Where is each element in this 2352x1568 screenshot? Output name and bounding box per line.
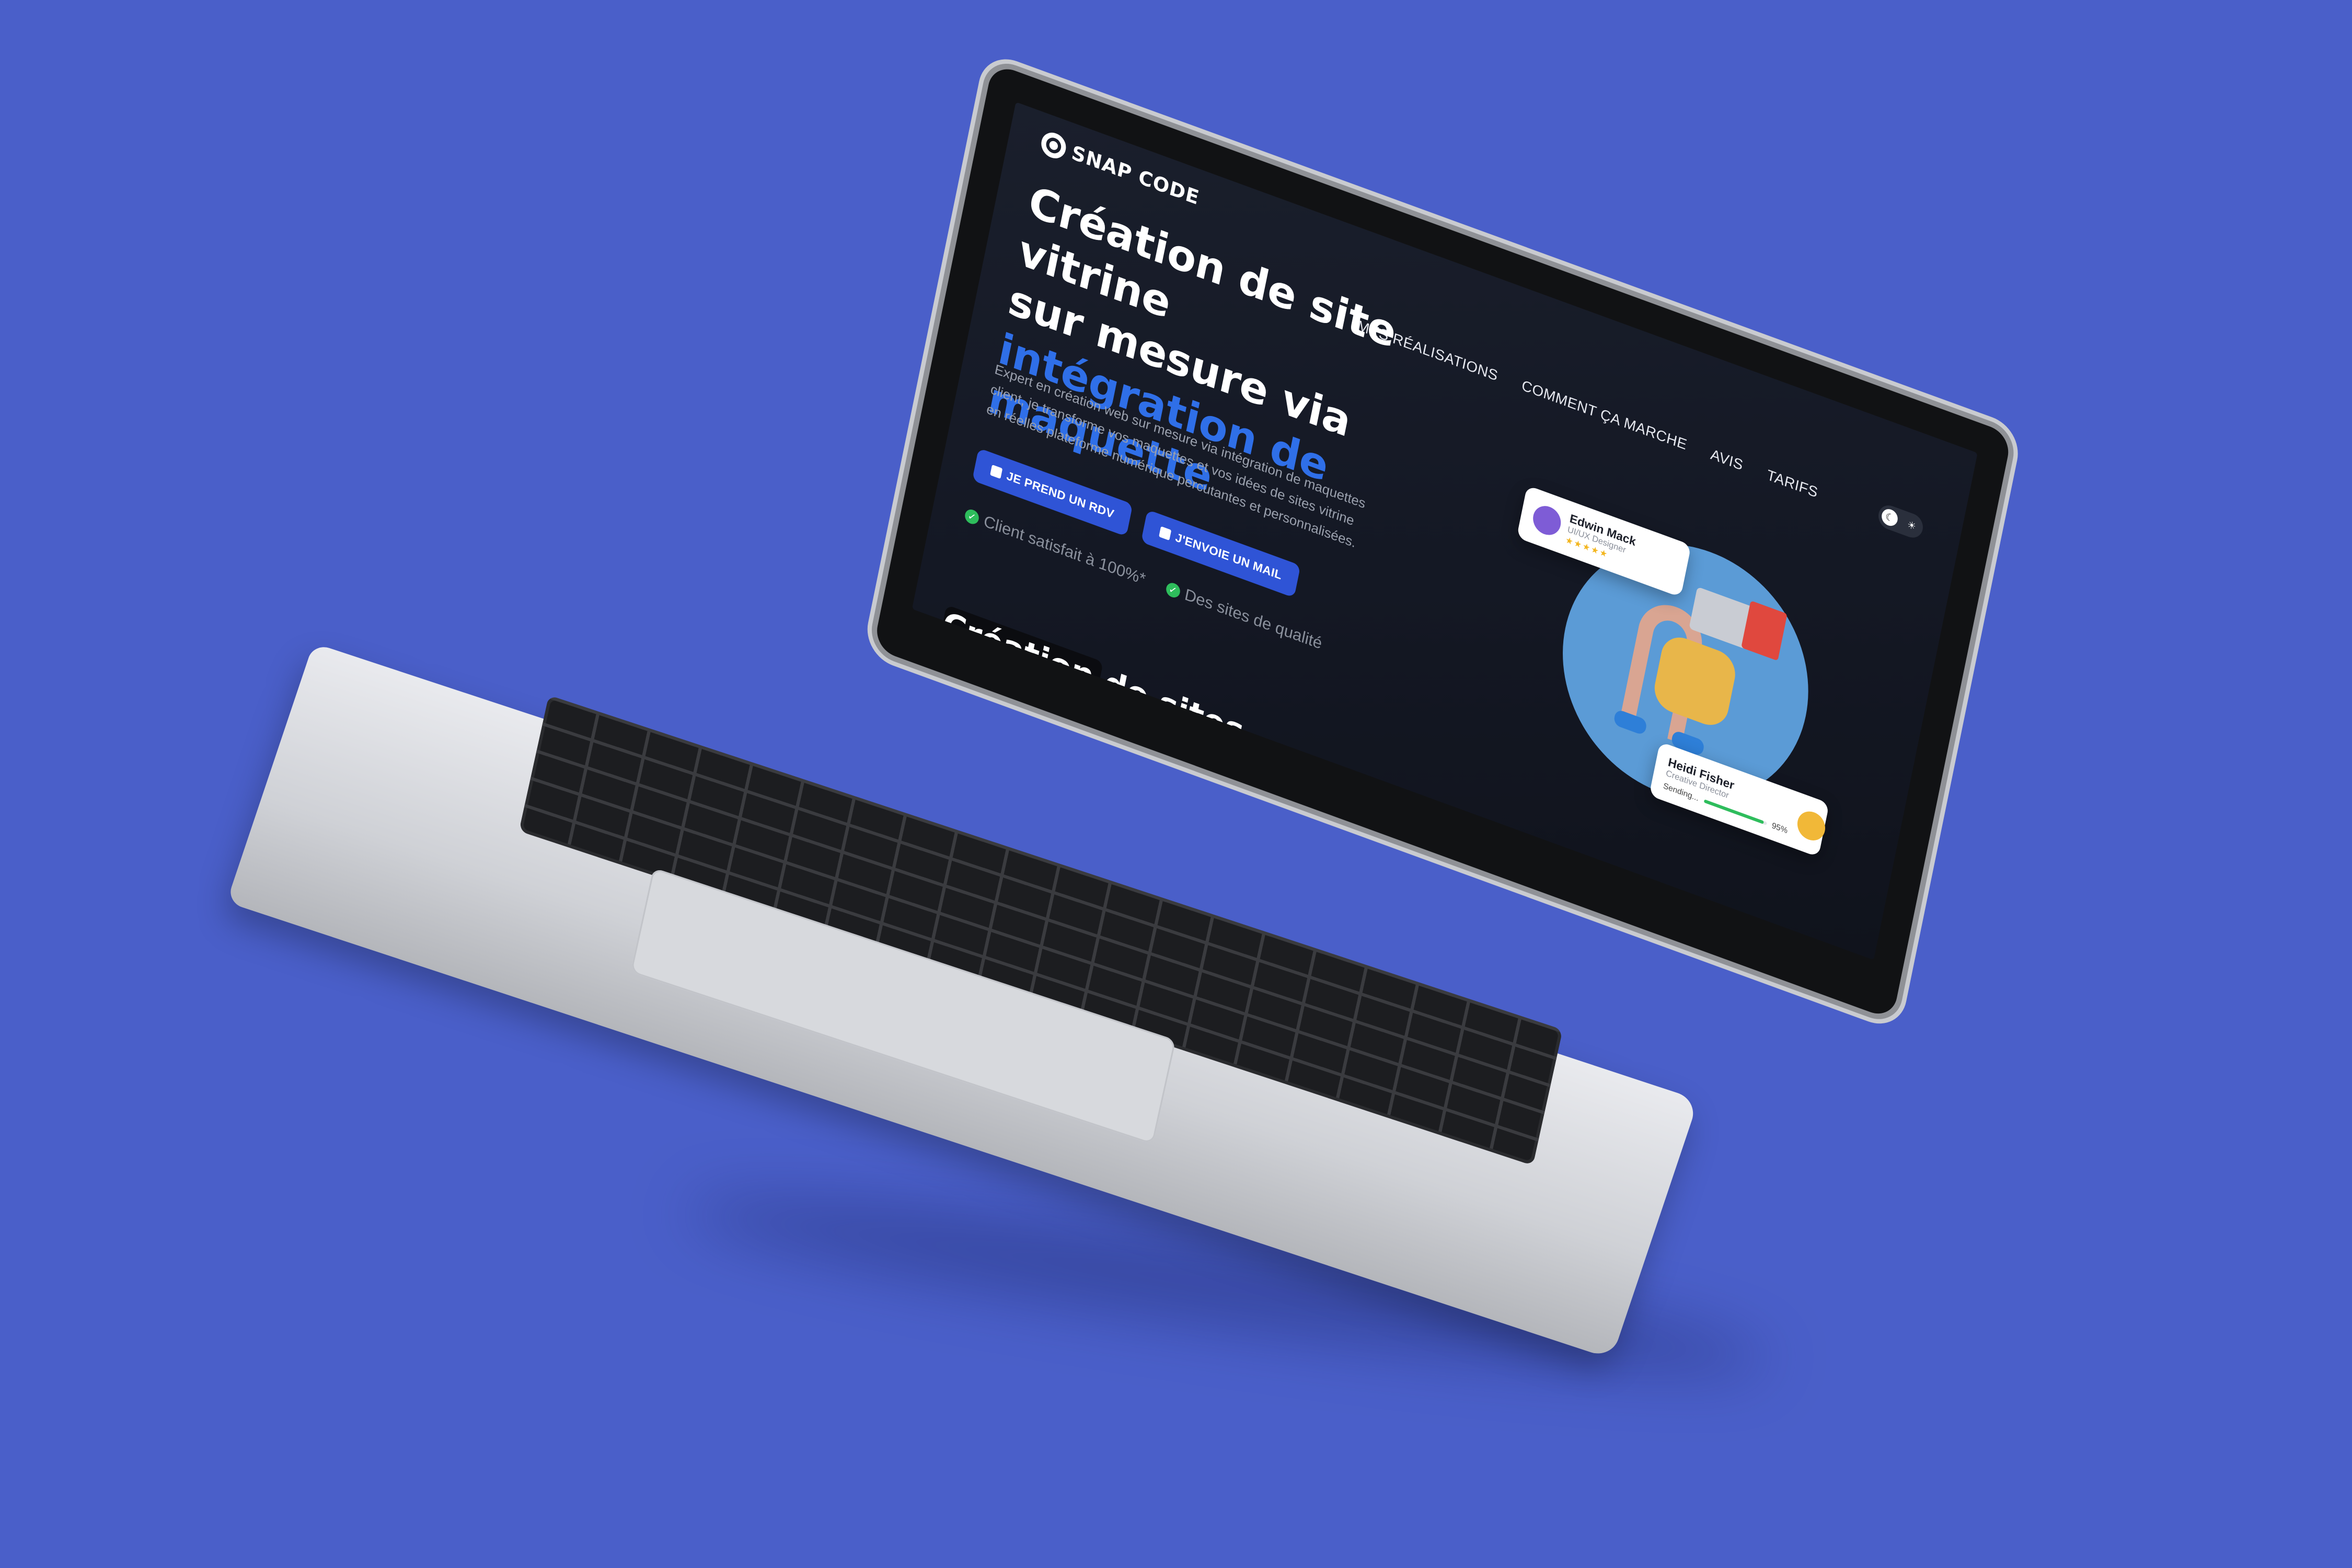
project-card[interactable] [1248, 780, 1461, 960]
laptop-mockup: SNAP CODE MES RÉALISATIONS COMMENT ÇA MA… [0, 0, 2352, 1568]
avatar [1530, 502, 1564, 539]
project-card[interactable] [1448, 898, 1662, 960]
rdv-button-label: JE PREND UN RDV [1005, 468, 1115, 521]
mail-button-label: J'ENVOIE UN MAIL [1174, 530, 1283, 582]
moon-icon: ☾ [1880, 506, 1899, 528]
website-screen: SNAP CODE MES RÉALISATIONS COMMENT ÇA MA… [912, 102, 1978, 960]
check-item: ✓ Des sites de qualité [1165, 579, 1324, 653]
check-icon: ✓ [1165, 581, 1181, 599]
avatar [1794, 807, 1828, 845]
nav-item-comment[interactable]: COMMENT ÇA MARCHE [1520, 377, 1689, 454]
logo-icon [1039, 129, 1068, 162]
progress-value: 95% [1771, 821, 1789, 836]
check-icon: ✓ [963, 507, 981, 526]
nav-item-tarifs[interactable]: TARIFS [1766, 467, 1819, 501]
calendar-icon [990, 464, 1003, 479]
check-label: Des sites de qualité [1183, 585, 1324, 653]
nav-item-avis[interactable]: AVIS [1709, 446, 1745, 474]
theme-toggle[interactable]: ☾ ☀ [1876, 502, 1925, 541]
sun-icon: ☀ [1906, 518, 1917, 533]
mail-icon [1159, 526, 1172, 541]
